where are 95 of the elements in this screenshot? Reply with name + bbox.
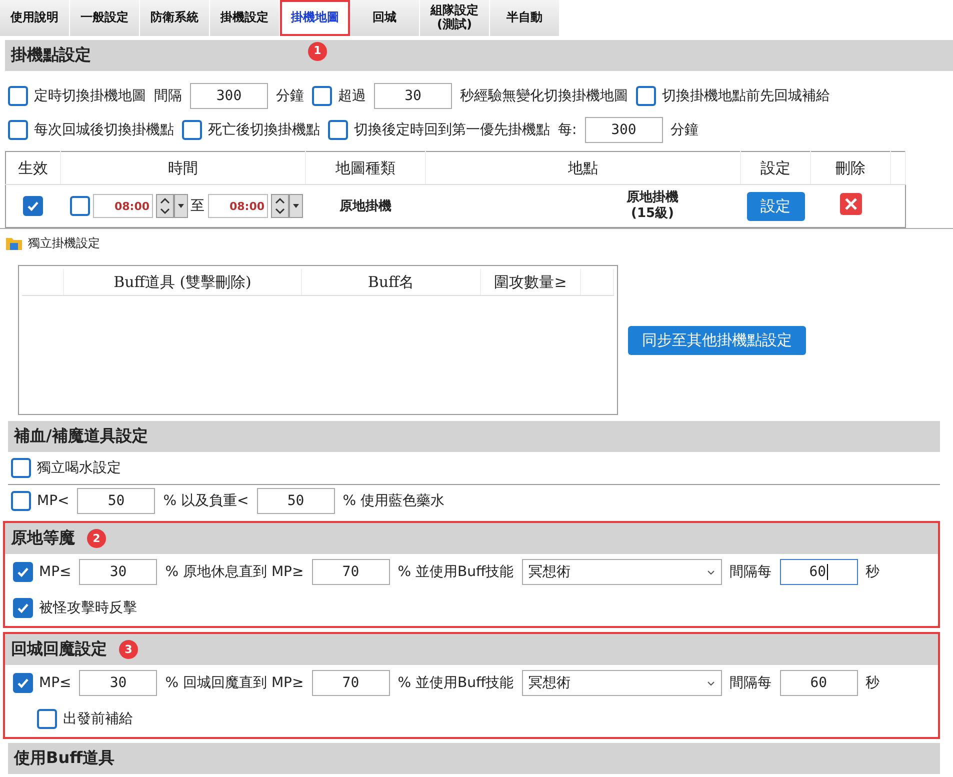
- checkbox[interactable]: [13, 673, 33, 693]
- column-header: 地點: [426, 152, 740, 184]
- checkbox-label: 定時切換掛機地圖: [34, 87, 146, 105]
- number-field[interactable]: 300: [190, 83, 268, 109]
- column-header: Buff名: [302, 269, 481, 295]
- checkbox[interactable]: [70, 196, 90, 216]
- column-header: 地圖種類: [306, 152, 426, 184]
- checkbox-label: 被怪攻擊時反擊: [39, 599, 137, 617]
- checkbox[interactable]: [13, 562, 33, 582]
- tab[interactable]: 防衛系統: [140, 0, 210, 36]
- field-label: 秒: [866, 563, 880, 581]
- checkbox-label: 出發前補給: [63, 710, 133, 728]
- checkbox[interactable]: [23, 196, 44, 216]
- field-label: % 原地休息直到 MP≥: [165, 563, 304, 581]
- annotation-badge: 2: [87, 529, 106, 548]
- chevron-down-icon: [706, 680, 715, 686]
- section-title: 補血/補魔道具設定: [14, 426, 148, 447]
- number-field[interactable]: 60: [780, 559, 858, 585]
- checkbox[interactable]: [328, 120, 348, 140]
- field-label: 間隔每: [730, 674, 772, 692]
- tab[interactable]: 半自動: [490, 0, 560, 36]
- tab[interactable]: 掛機設定: [210, 0, 280, 36]
- separator-label: 至: [190, 197, 204, 215]
- field-label: 分鐘: [276, 87, 304, 105]
- number-field[interactable]: 300: [584, 117, 663, 143]
- section-title: 原地等魔: [11, 528, 75, 549]
- field-label: 每:: [558, 121, 577, 139]
- tab[interactable]: 使用說明: [0, 0, 70, 36]
- field-label: % 並使用Buff技能: [398, 674, 514, 692]
- number-field[interactable]: 50: [77, 488, 156, 514]
- checkbox[interactable]: [312, 86, 332, 106]
- sync-button[interactable]: 同步至其他掛機點設定: [628, 326, 806, 354]
- number-field[interactable]: 60: [780, 670, 858, 696]
- checkmark-icon: [27, 200, 40, 212]
- checkbox-label: MP≤: [39, 564, 72, 580]
- column-header: 圍攻數量≥: [481, 269, 581, 295]
- column-header: 時間: [60, 152, 306, 184]
- checkbox[interactable]: [11, 491, 31, 511]
- tab[interactable]: 組隊設定 (測試): [420, 0, 490, 36]
- checkbox-label: MP≤: [39, 675, 72, 691]
- settings-button[interactable]: 設定: [746, 192, 804, 220]
- checkbox-label: 死亡後切換掛機點: [208, 121, 320, 139]
- field-label: 秒: [866, 674, 880, 692]
- checkbox[interactable]: [182, 120, 202, 140]
- annotation-badge: 3: [119, 640, 138, 659]
- field-label: % 並使用Buff技能: [398, 563, 514, 581]
- field-label: 間隔每: [730, 563, 772, 581]
- checkmark-icon: [17, 677, 29, 689]
- column-header: Buff道具 (雙擊刪除): [64, 269, 302, 295]
- skill-dropdown[interactable]: 冥想術: [522, 670, 722, 696]
- folder-icon: [6, 236, 22, 250]
- delete-icon[interactable]: [840, 193, 862, 215]
- table-cell: 原地掛機: [340, 199, 392, 214]
- column-header: 生效: [6, 152, 60, 184]
- section-title: 使用Buff道具: [14, 748, 115, 769]
- section-title: 回城回魔設定: [11, 639, 107, 660]
- checkbox[interactable]: [37, 709, 57, 729]
- field-label: % 以及負重<: [163, 492, 249, 510]
- field-label: % 回城回魔直到 MP≥: [165, 674, 304, 692]
- number-field[interactable]: 50: [256, 488, 335, 514]
- checkbox-label: 超過: [338, 87, 366, 105]
- tab[interactable]: 一般設定: [70, 0, 140, 36]
- checkbox[interactable]: [8, 86, 28, 106]
- number-field[interactable]: 30: [79, 559, 158, 585]
- checkbox[interactable]: [636, 86, 656, 106]
- number-field[interactable]: 70: [312, 559, 390, 585]
- tab[interactable]: 回城: [350, 0, 420, 36]
- column-header: 刪除: [810, 152, 890, 184]
- field-label: 秒經驗無變化切換掛機地圖: [460, 87, 628, 105]
- field-label: 分鐘: [670, 121, 699, 139]
- chevron-down-icon: [706, 570, 715, 574]
- section-title: 掛機點設定: [11, 45, 91, 66]
- field-label: % 使用藍色藥水: [342, 492, 445, 510]
- checkbox[interactable]: [13, 598, 33, 618]
- checkbox[interactable]: [11, 458, 31, 478]
- number-field[interactable]: 30: [79, 670, 158, 696]
- checkbox-label: 獨立喝水設定: [37, 459, 121, 477]
- checkbox-label: 每次回城後切換掛機點: [34, 121, 174, 139]
- spinner-icon: [270, 194, 302, 218]
- checkmark-icon: [17, 566, 29, 578]
- spinner-icon: [156, 194, 188, 218]
- checkbox[interactable]: [8, 120, 28, 140]
- window-title: 獨立掛機設定: [28, 234, 100, 252]
- column-header: 設定: [740, 152, 810, 184]
- field-label: 間隔: [154, 87, 182, 105]
- checkbox-label: MP<: [37, 493, 70, 509]
- table-cell: 原地掛機 (15級): [626, 190, 678, 221]
- checkmark-icon: [17, 602, 29, 614]
- number-field[interactable]: 30: [374, 83, 452, 109]
- skill-dropdown[interactable]: 冥想術: [522, 559, 722, 585]
- time-field[interactable]: 08:00: [92, 194, 152, 218]
- checkbox-label: 切換掛機地點前先回城補給: [662, 87, 830, 105]
- number-field[interactable]: 70: [312, 670, 390, 696]
- checkbox-label: 切換後定時回到第一優先掛機點: [354, 121, 550, 139]
- time-field[interactable]: 08:00: [208, 194, 268, 218]
